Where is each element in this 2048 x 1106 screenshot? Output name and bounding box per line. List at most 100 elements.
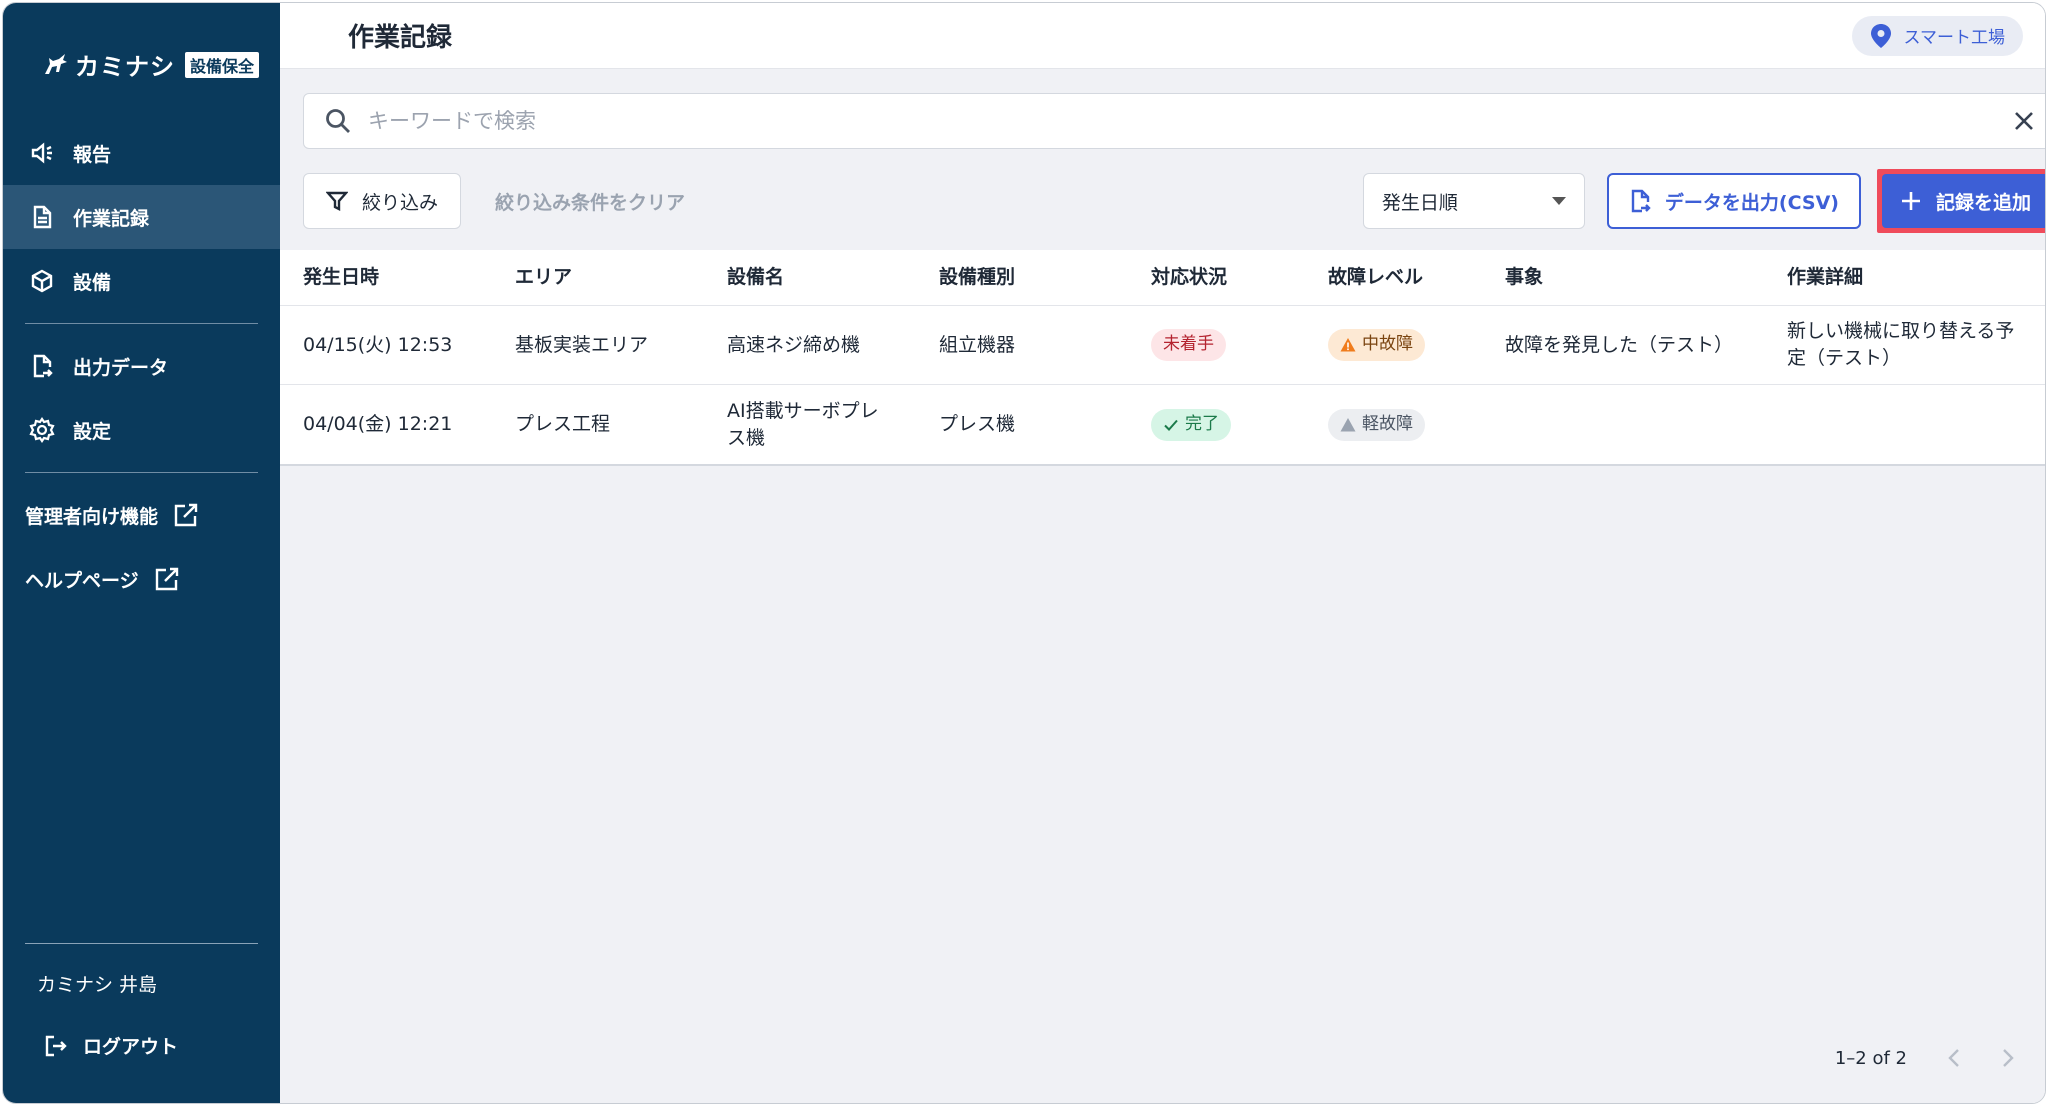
logout-label: ログアウト — [83, 1036, 179, 1058]
sidebar-item-work-records[interactable]: 作業記録 — [3, 185, 280, 249]
search-input[interactable] — [368, 109, 2011, 133]
level-label: 軽故障 — [1362, 413, 1413, 434]
sidebar: カミナシ 設備保全 報告 作業記録 設備 出力データ 設定 管理者向け機能 ヘル… — [3, 3, 280, 1103]
table-row[interactable]: 04/15(火) 12:53 基板実装エリア 高速ネジ締め機 組立機器 未着手 — [280, 306, 2045, 385]
level-label: 中故障 — [1362, 334, 1413, 355]
sidebar-item-settings[interactable]: 設定 — [3, 398, 280, 462]
sidebar-item-label: 報告 — [73, 143, 112, 166]
filter-label: 絞り込み — [362, 191, 439, 214]
add-record-button[interactable]: 記録を追加 — [1881, 174, 2045, 228]
logo: カミナシ 設備保全 — [41, 47, 260, 82]
logo-badge: 設備保全 — [185, 51, 260, 78]
column-header: 発生日時 — [303, 266, 380, 289]
file-export-icon — [1631, 189, 1651, 213]
column-header: 事象 — [1505, 266, 1544, 289]
file-export-icon — [33, 354, 53, 378]
location-chip[interactable]: スマート工場 — [1851, 15, 2023, 56]
column-header: 故障レベル — [1328, 266, 1424, 289]
chevron-left-icon[interactable] — [1947, 1047, 1961, 1069]
sidebar-item-label: 設備 — [73, 271, 112, 294]
column-header: 設備種別 — [939, 266, 1016, 289]
status-label: 完了 — [1185, 413, 1219, 434]
caret-down-icon — [1551, 197, 1566, 205]
equipment-cell: 高速ネジ締め機 — [727, 333, 861, 356]
search-icon — [326, 109, 350, 133]
type-cell: 組立機器 — [939, 333, 1016, 356]
nav-divider — [25, 323, 258, 324]
highlight-frame: 記録を追加 — [1876, 169, 2045, 233]
warning-triangle-icon — [1340, 417, 1356, 431]
app-window: カミナシ 設備保全 報告 作業記録 設備 出力データ 設定 管理者向け機能 ヘル… — [2, 2, 2046, 1104]
clear-filter-button[interactable]: 絞り込み条件をクリア — [495, 188, 685, 215]
main-content: 作業記録 スマート工場 キーワードで検索 絞り込み 絞り込み条件をクリア 発生日… — [280, 3, 2045, 1103]
page-title: 作業記録 — [348, 23, 453, 53]
sidebar-item-label: 出力データ — [73, 356, 169, 379]
help-page-link[interactable]: ヘルプページ — [3, 547, 280, 611]
status-label: 未着手 — [1163, 334, 1214, 355]
gear-icon — [29, 417, 55, 443]
search-bar — [303, 93, 2045, 149]
export-csv-label: データを出力(CSV) — [1664, 191, 1839, 214]
column-header: 設備名 — [727, 266, 785, 289]
type-cell: プレス機 — [939, 413, 1016, 436]
plus-icon — [1901, 192, 1920, 210]
column-header: 作業詳細 — [1787, 266, 1864, 289]
sidebar-bottom: カミナシ 井島 ログアウト — [3, 943, 280, 1103]
cube-icon — [31, 269, 53, 293]
export-csv-button[interactable]: データを出力(CSV) — [1606, 173, 1861, 229]
level-cell: 軽故障 — [1305, 408, 1482, 441]
column-header: エリア — [515, 266, 573, 289]
filter-button[interactable]: 絞り込み — [303, 173, 462, 229]
megaphone-icon — [31, 142, 52, 164]
level-cell: 中故障 — [1305, 329, 1482, 361]
close-icon[interactable] — [2011, 108, 2037, 134]
area-cell: プレス工程 — [515, 413, 611, 436]
sidebar-item-label: 設定 — [73, 420, 112, 443]
check-icon — [1164, 419, 1178, 431]
datetime-cell: 04/15(火) 12:53 — [303, 333, 453, 356]
status-cell: 未着手 — [1128, 329, 1305, 361]
user-name: カミナシ 井島 — [37, 974, 158, 996]
warning-triangle-icon — [1340, 338, 1356, 352]
table-row[interactable]: 04/04(金) 12:21 プレス工程 AI搭載サーボプレス機 プレス機 完了 — [280, 385, 2045, 464]
document-icon — [33, 205, 52, 229]
admin-features-link[interactable]: 管理者向け機能 — [3, 483, 280, 547]
logo-text: カミナシ — [75, 53, 175, 81]
sidebar-item-output-data[interactable]: 出力データ — [3, 334, 280, 398]
goat-logo-icon — [45, 53, 67, 74]
nav-divider — [25, 472, 258, 473]
event-cell: 故障を発見した（テスト） — [1505, 333, 1734, 356]
chevron-right-icon[interactable] — [2001, 1047, 2015, 1069]
top-bar: 作業記録 スマート工場 — [280, 3, 2045, 69]
level-badge: 軽故障 — [1328, 408, 1425, 441]
logout-icon — [45, 1035, 67, 1056]
link-label: ヘルプページ — [25, 569, 139, 592]
sidebar-item-equipment[interactable]: 設備 — [3, 249, 280, 313]
sidebar-item-label: 作業記録 — [73, 207, 150, 230]
external-link-icon — [155, 567, 178, 591]
location-pin-icon — [1870, 23, 1891, 48]
equipment-cell: AI搭載サーボプレス機 — [727, 399, 879, 449]
sort-value: 発生日順 — [1381, 191, 1458, 214]
area-cell: 基板実装エリア — [515, 333, 649, 356]
level-badge: 中故障 — [1328, 329, 1425, 361]
external-link-icon — [174, 503, 198, 527]
status-badge: 完了 — [1151, 408, 1231, 441]
datetime-cell: 04/04(金) 12:21 — [303, 413, 453, 436]
sort-select[interactable]: 発生日順 — [1362, 173, 1585, 229]
toolbar: 絞り込み 絞り込み条件をクリア 発生日順 データを出力(CSV) 記録を追加 — [303, 169, 2045, 233]
status-cell: 完了 — [1128, 408, 1305, 441]
location-label: スマート工場 — [1903, 28, 2006, 48]
sidebar-item-report[interactable]: 報告 — [3, 121, 280, 185]
column-header: 対応状況 — [1151, 266, 1228, 289]
add-record-label: 記録を追加 — [1935, 191, 2031, 214]
detail-cell: 新しい機械に取り替える予定（テスト） — [1787, 320, 2015, 369]
records-table: 発生日時 エリア 設備名 設備種別 対応状況 故障レベル 事象 作業詳細 04/… — [280, 250, 2045, 466]
pagination: 1–2 of 2 — [1835, 1047, 2015, 1069]
sidebar-nav: 報告 作業記録 設備 出力データ 設定 管理者向け機能 ヘルプページ — [3, 121, 280, 611]
pagination-range: 1–2 of 2 — [1834, 1047, 1907, 1069]
table-header-row: 発生日時 エリア 設備名 設備種別 対応状況 故障レベル 事象 作業詳細 — [280, 250, 2045, 306]
filter-icon — [326, 191, 348, 211]
status-badge: 未着手 — [1151, 329, 1226, 361]
logout-button[interactable]: ログアウト — [3, 1008, 280, 1059]
